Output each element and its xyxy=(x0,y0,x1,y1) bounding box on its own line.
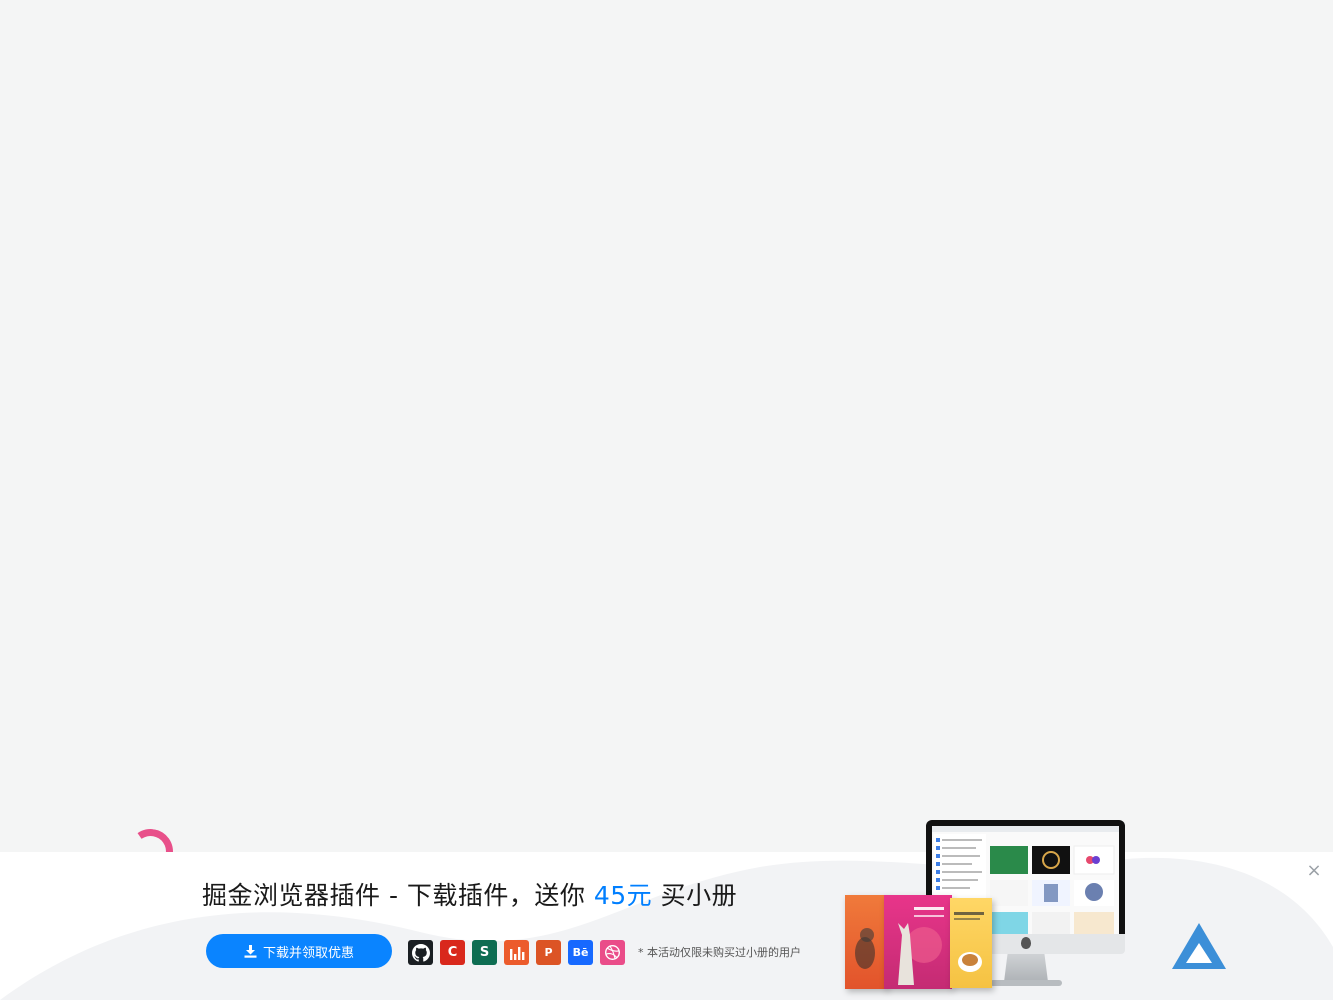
headline-amount: 45元 xyxy=(593,881,653,910)
banner-wave-background xyxy=(0,857,1333,1000)
triangle-logo-icon xyxy=(1172,923,1226,969)
segmentfault-icon: S xyxy=(472,940,497,965)
download-icon xyxy=(244,944,257,958)
github-icon xyxy=(408,940,433,965)
download-claim-button[interactable]: 下载并领取优惠 xyxy=(206,934,392,968)
supported-sites-icons: C S P Bē xyxy=(408,940,625,965)
extension-promo-banner xyxy=(0,852,1333,1000)
behance-icon: Bē xyxy=(568,940,593,965)
download-button-label: 下载并领取优惠 xyxy=(262,945,354,961)
dribbble-icon xyxy=(600,940,625,965)
headline-text: 掘金浏览器插件 - 下载插件，送你 xyxy=(202,881,594,910)
producthunt-icon: P xyxy=(536,940,561,965)
headline-suffix: 买小册 xyxy=(652,881,738,910)
csdn-icon: C xyxy=(440,940,465,965)
booklet-cover-orange xyxy=(845,895,887,989)
apple-logo-icon xyxy=(1021,937,1031,949)
page-content-area xyxy=(0,0,1333,852)
booklet-cover-pink xyxy=(884,895,952,989)
chart-bars-icon xyxy=(504,940,529,965)
promo-headline: 掘金浏览器插件 - 下载插件，送你 45元 买小册 xyxy=(202,876,737,912)
promo-note: * 本活动仅限未购买过小册的用户 xyxy=(638,946,801,959)
close-icon[interactable]: × xyxy=(1305,862,1323,880)
booklet-cover-yellow xyxy=(950,898,992,988)
